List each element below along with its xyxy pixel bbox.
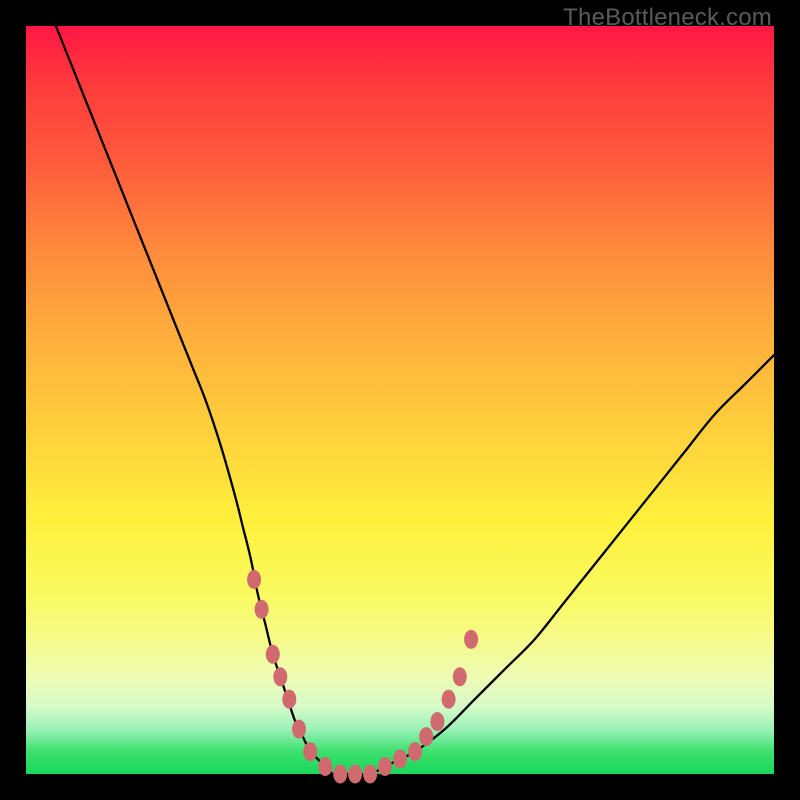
curve-marker bbox=[442, 690, 456, 709]
curve-marker bbox=[273, 667, 287, 686]
curve-marker bbox=[282, 690, 296, 709]
curve-marker bbox=[333, 765, 347, 784]
curve-marker bbox=[408, 742, 422, 761]
bottleneck-curve-path bbox=[56, 26, 774, 775]
curve-marker bbox=[303, 742, 317, 761]
curve-marker bbox=[318, 757, 332, 776]
curve-marker bbox=[419, 727, 433, 746]
curve-marker bbox=[393, 750, 407, 769]
curve-marker bbox=[266, 645, 280, 664]
curve-marker bbox=[430, 712, 444, 731]
curve-svg bbox=[26, 26, 774, 774]
curve-marker bbox=[247, 570, 261, 589]
curve-marker bbox=[348, 765, 362, 784]
curve-marker bbox=[363, 765, 377, 784]
plot-area bbox=[26, 26, 774, 774]
chart-frame: TheBottleneck.com bbox=[0, 0, 800, 800]
curve-marker bbox=[453, 667, 467, 686]
curve-marker bbox=[292, 720, 306, 739]
curve-marker bbox=[464, 630, 478, 649]
curve-markers bbox=[247, 570, 478, 784]
curve-marker bbox=[378, 757, 392, 776]
curve-marker bbox=[255, 600, 269, 619]
